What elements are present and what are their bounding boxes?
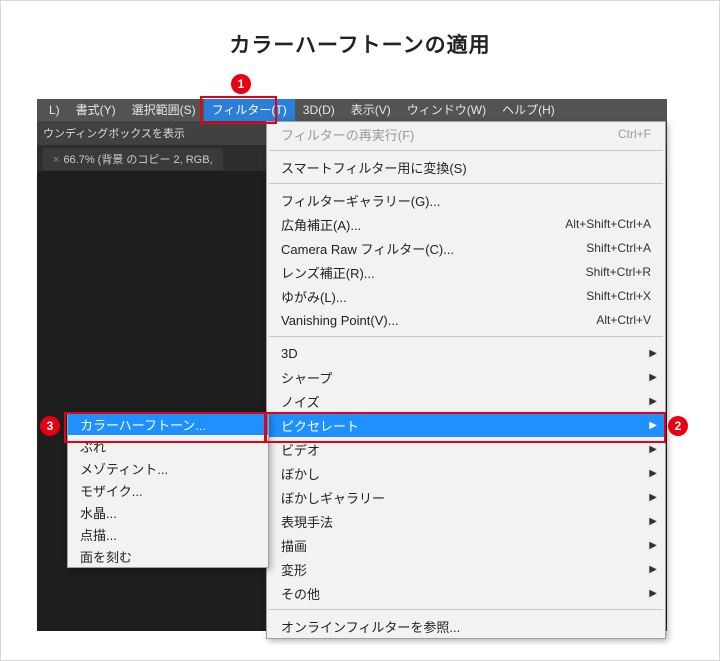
menu-row[interactable]: レンズ補正(R)...Shift+Ctrl+R (267, 260, 665, 284)
submenu-row[interactable]: 面を刻む (68, 545, 268, 567)
submenu-arrow-icon: ▶ (649, 588, 657, 599)
submenu-row[interactable]: 水晶... (68, 501, 268, 523)
callout-badge-1: 1 (231, 74, 251, 94)
callout-badge-2: 2 (668, 416, 688, 436)
menu-row[interactable]: ビデオ▶ (267, 437, 665, 461)
menu-row[interactable]: 変形▶ (267, 557, 665, 581)
menu-row[interactable]: ぼかしギャラリー▶ (267, 485, 665, 509)
menu-row[interactable]: 表現手法▶ (267, 509, 665, 533)
submenu-arrow-icon: ▶ (649, 468, 657, 479)
options-bar-text: ウンディングボックスを表示 (43, 125, 185, 141)
menu-item[interactable]: 表示(V) (343, 99, 399, 121)
menu-row[interactable]: ぼかし▶ (267, 461, 665, 485)
submenu-arrow-icon: ▶ (649, 516, 657, 527)
menu-row[interactable]: シャープ▶ (267, 365, 665, 389)
menu-row-rerun[interactable]: フィルターの再実行(F) Ctrl+F (267, 122, 665, 146)
menu-row-smartfilter[interactable]: スマートフィルター用に変換(S) (267, 155, 665, 179)
photoshop-window: L) 書式(Y) 選択範囲(S) フィルター(T) 3D(D) 表示(V) ウィ… (37, 99, 667, 631)
submenu-arrow-icon: ▶ (649, 348, 657, 359)
menubar: L) 書式(Y) 選択範囲(S) フィルター(T) 3D(D) 表示(V) ウィ… (37, 99, 667, 121)
menu-item[interactable]: 書式(Y) (68, 99, 124, 121)
menu-row[interactable]: ノイズ▶ (267, 389, 665, 413)
menu-item[interactable]: 選択範囲(S) (124, 99, 204, 121)
pixelate-submenu: カラーハーフトーン... ぶれ メゾティント... モザイク... 水晶... … (67, 412, 269, 568)
submenu-arrow-icon: ▶ (649, 492, 657, 503)
document-tab[interactable]: ×66.7% (背景 のコピー 2, RGB, (43, 148, 223, 170)
menu-row[interactable]: Vanishing Point(V)...Alt+Ctrl+V (267, 308, 665, 332)
menu-row[interactable]: オンラインフィルターを参照... (267, 614, 665, 638)
filter-menu: フィルターの再実行(F) Ctrl+F スマートフィルター用に変換(S) フィル… (266, 121, 666, 639)
menu-separator (269, 336, 663, 337)
menu-row[interactable]: 広角補正(A)...Alt+Shift+Ctrl+A (267, 212, 665, 236)
submenu-arrow-icon: ▶ (649, 564, 657, 575)
menu-item-filter[interactable]: フィルター(T) (204, 99, 295, 121)
submenu-arrow-icon: ▶ (649, 420, 657, 431)
menu-item[interactable]: L) (41, 99, 68, 121)
menu-row[interactable]: 3D▶ (267, 341, 665, 365)
menu-separator (269, 150, 663, 151)
submenu-arrow-icon: ▶ (649, 372, 657, 383)
menu-row-pixelate[interactable]: ピクセレート▶ (267, 413, 665, 437)
menu-item[interactable]: ウィンドウ(W) (399, 99, 494, 121)
menu-row[interactable]: その他▶ (267, 581, 665, 605)
menu-row[interactable]: 描画▶ (267, 533, 665, 557)
menu-separator (269, 183, 663, 184)
submenu-row[interactable]: メゾティント... (68, 457, 268, 479)
menu-row[interactable]: Camera Raw フィルター(C)...Shift+Ctrl+A (267, 236, 665, 260)
submenu-arrow-icon: ▶ (649, 444, 657, 455)
menu-separator (269, 609, 663, 610)
menu-item[interactable]: 3D(D) (295, 99, 343, 121)
submenu-arrow-icon: ▶ (649, 396, 657, 407)
submenu-row[interactable]: ぶれ (68, 435, 268, 457)
page-title: カラーハーフトーンの適用 (1, 29, 719, 59)
submenu-row[interactable]: モザイク... (68, 479, 268, 501)
submenu-arrow-icon: ▶ (649, 540, 657, 551)
submenu-row[interactable]: 点描... (68, 523, 268, 545)
submenu-row-color-halftone[interactable]: カラーハーフトーン... (68, 413, 268, 435)
menu-item[interactable]: ヘルプ(H) (494, 99, 563, 121)
menu-row[interactable]: フィルターギャラリー(G)... (267, 188, 665, 212)
menu-row[interactable]: ゆがみ(L)...Shift+Ctrl+X (267, 284, 665, 308)
callout-badge-3: 3 (40, 416, 60, 436)
